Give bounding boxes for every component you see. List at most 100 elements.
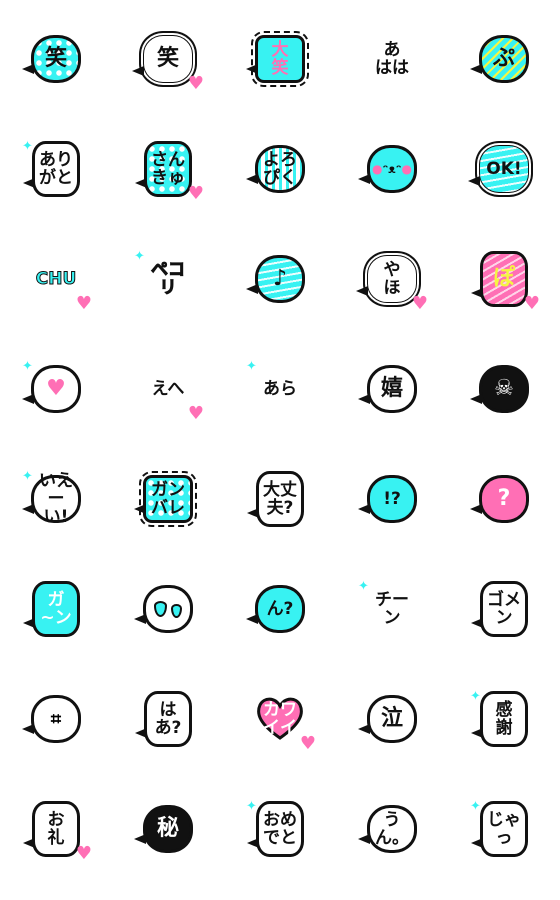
bubble-tail — [22, 504, 34, 514]
emoji-sticker[interactable]: 笑 — [0, 4, 112, 114]
bubble-tail — [246, 284, 258, 294]
speech-bubble: ペコリ — [143, 255, 193, 303]
sticker-text: ぷ — [492, 46, 515, 71]
heart-icon: ♥ — [187, 403, 204, 424]
bubble-tail — [471, 618, 483, 628]
speech-bubble: ガン バレ — [134, 471, 197, 527]
emoji-sticker[interactable]: うん。 — [336, 774, 448, 884]
speech-bubble: ガ ~ン — [23, 581, 80, 637]
sticker-text: おめ でと — [263, 810, 297, 848]
emoji-sticker[interactable]: 泣 — [336, 664, 448, 774]
sparkle-icon: ✦ — [246, 359, 257, 374]
bubble-tail — [358, 174, 370, 184]
emoji-sticker[interactable]: 秘 — [112, 774, 224, 884]
emoji-sticker[interactable]: !? — [336, 444, 448, 554]
speech-bubble: お 礼 — [23, 801, 80, 857]
heart-icon: ♥ — [411, 293, 428, 314]
speech-bubble: ん? — [246, 585, 305, 633]
emoji-sticker[interactable]: OK! — [448, 114, 560, 224]
bubble-tail — [22, 724, 34, 734]
emoji-sticker[interactable]: ♥ ✦ — [0, 334, 112, 444]
emoji-sticker[interactable]: 大 笑 — [224, 4, 336, 114]
emoji-sticker[interactable]: ガン バレ — [112, 444, 224, 554]
sparkle-icon: ✦ — [470, 689, 481, 704]
sticker-text: 感 謝 — [495, 700, 513, 738]
emoji-sticker[interactable]: さん きゅ ♥ — [112, 114, 224, 224]
heart-icon: ♥ — [46, 376, 66, 401]
emoji-sticker[interactable]: じゃっ ✦ — [448, 774, 560, 884]
emoji-sticker[interactable]: ゴメ ン — [448, 554, 560, 664]
music-note-icon: ♪ — [272, 266, 288, 291]
emoji-sticker[interactable]: 笑 ♥ — [112, 4, 224, 114]
emoji-sticker[interactable]: えへ ♥ — [112, 334, 224, 444]
emoji-sticker[interactable]: あ はは — [336, 4, 448, 114]
sticker-text: 大丈 夫? — [263, 480, 297, 518]
emoji-sticker[interactable]: おめ でと ✦ — [224, 774, 336, 884]
speech-bubble: ⌗ — [22, 695, 81, 743]
emoji-sticker[interactable]: ♪ — [224, 224, 336, 334]
emoji-sticker[interactable]: 大丈 夫? — [224, 444, 336, 554]
emoji-sticker[interactable]: ガ ~ン — [0, 554, 112, 664]
sticker-text: は あ? — [154, 700, 182, 738]
bubble-tail — [134, 614, 146, 624]
speech-bubble: おめ でと — [247, 801, 304, 857]
emoji-sticker[interactable]: は あ? — [112, 664, 224, 774]
sticker-text: ゴメ ン — [487, 590, 521, 628]
sticker-text: あ はは — [375, 40, 409, 78]
sticker-text: えへ — [151, 379, 185, 399]
bubble-tail — [470, 64, 482, 74]
emoji-sticker[interactable]: ペコリ ✦ — [112, 224, 224, 334]
smiling-face-icon: ●ᵔᴥᵔ● — [371, 162, 413, 176]
emoji-sticker[interactable]: ☠ — [448, 334, 560, 444]
emoji-sticker[interactable]: いえー い! ✦ — [0, 444, 112, 554]
speech-bubble: ☠ — [470, 365, 529, 413]
emoji-sticker-grid: 笑笑 ♥ 大 笑あ ははぷあり がと ✦ さん きゅ ♥ よろ ぴく ●ᵔᴥᵔ● OK! CHU ♥… — [0, 0, 560, 900]
sparkle-icon: ✦ — [22, 139, 33, 154]
speech-bubble: ぽ — [471, 251, 528, 307]
emoji-sticker[interactable]: や ほ ♥ — [336, 224, 448, 334]
emoji-sticker[interactable]: よろ ぴく — [224, 114, 336, 224]
speech-bubble: じゃっ — [471, 801, 528, 857]
sticker-text: 笑 — [156, 46, 179, 71]
bubble-tail — [247, 838, 259, 848]
water-drops-icon — [154, 600, 182, 618]
emoji-sticker[interactable]: CHU ♥ — [0, 224, 112, 334]
emoji-sticker[interactable]: 感 謝 ✦ — [448, 664, 560, 774]
heart-icon: ♥ — [75, 293, 92, 314]
bubble-tail — [358, 394, 370, 404]
speech-bubble: や ほ — [356, 255, 417, 303]
emoji-sticker[interactable]: ⌗ — [0, 664, 112, 774]
speech-bubble: よろ ぴく — [246, 145, 305, 193]
bubble-tail — [247, 508, 259, 518]
speech-bubble: OK! — [468, 145, 529, 193]
sticker-text: 秘 — [156, 816, 179, 841]
emoji-sticker[interactable]: あら ✦ — [224, 334, 336, 444]
sticker-text: よろ ぴく — [263, 150, 297, 188]
speech-bubble: いえー い! — [22, 472, 81, 526]
emoji-sticker[interactable]: ん? — [224, 554, 336, 664]
sparkle-icon: ✦ — [470, 799, 481, 814]
speech-bubble: えへ — [143, 365, 193, 413]
emoji-sticker[interactable]: ? — [448, 444, 560, 554]
sticker-text: ガ ~ン — [40, 590, 72, 628]
emoji-sticker[interactable]: ●ᵔᴥᵔ● — [336, 114, 448, 224]
emoji-sticker[interactable] — [112, 554, 224, 664]
emoji-sticker[interactable]: ぽ ♥ — [448, 224, 560, 334]
speech-bubble: 秘 — [134, 805, 193, 853]
emoji-sticker[interactable]: あり がと ✦ — [0, 114, 112, 224]
emoji-sticker[interactable]: カワ イイ ♥ — [224, 664, 336, 774]
sticker-text: あり がと — [39, 150, 73, 188]
sticker-text: !? — [383, 489, 401, 509]
bubble-tail — [134, 834, 146, 844]
emoji-sticker[interactable]: チーン ✦ — [336, 554, 448, 664]
bubble-tail — [358, 504, 370, 514]
sticker-text: ペコリ — [151, 260, 186, 298]
emoji-sticker[interactable]: お 礼 ♥ — [0, 774, 112, 884]
bubble-tail — [135, 728, 147, 738]
bubble-tail — [470, 394, 482, 404]
emoji-sticker[interactable]: 嬉 — [336, 334, 448, 444]
sticker-text: カワ イイ — [263, 700, 297, 738]
emoji-sticker[interactable]: ぷ — [448, 4, 560, 114]
speech-bubble: CHU — [31, 255, 81, 303]
speech-bubble: 感 謝 — [471, 691, 528, 747]
